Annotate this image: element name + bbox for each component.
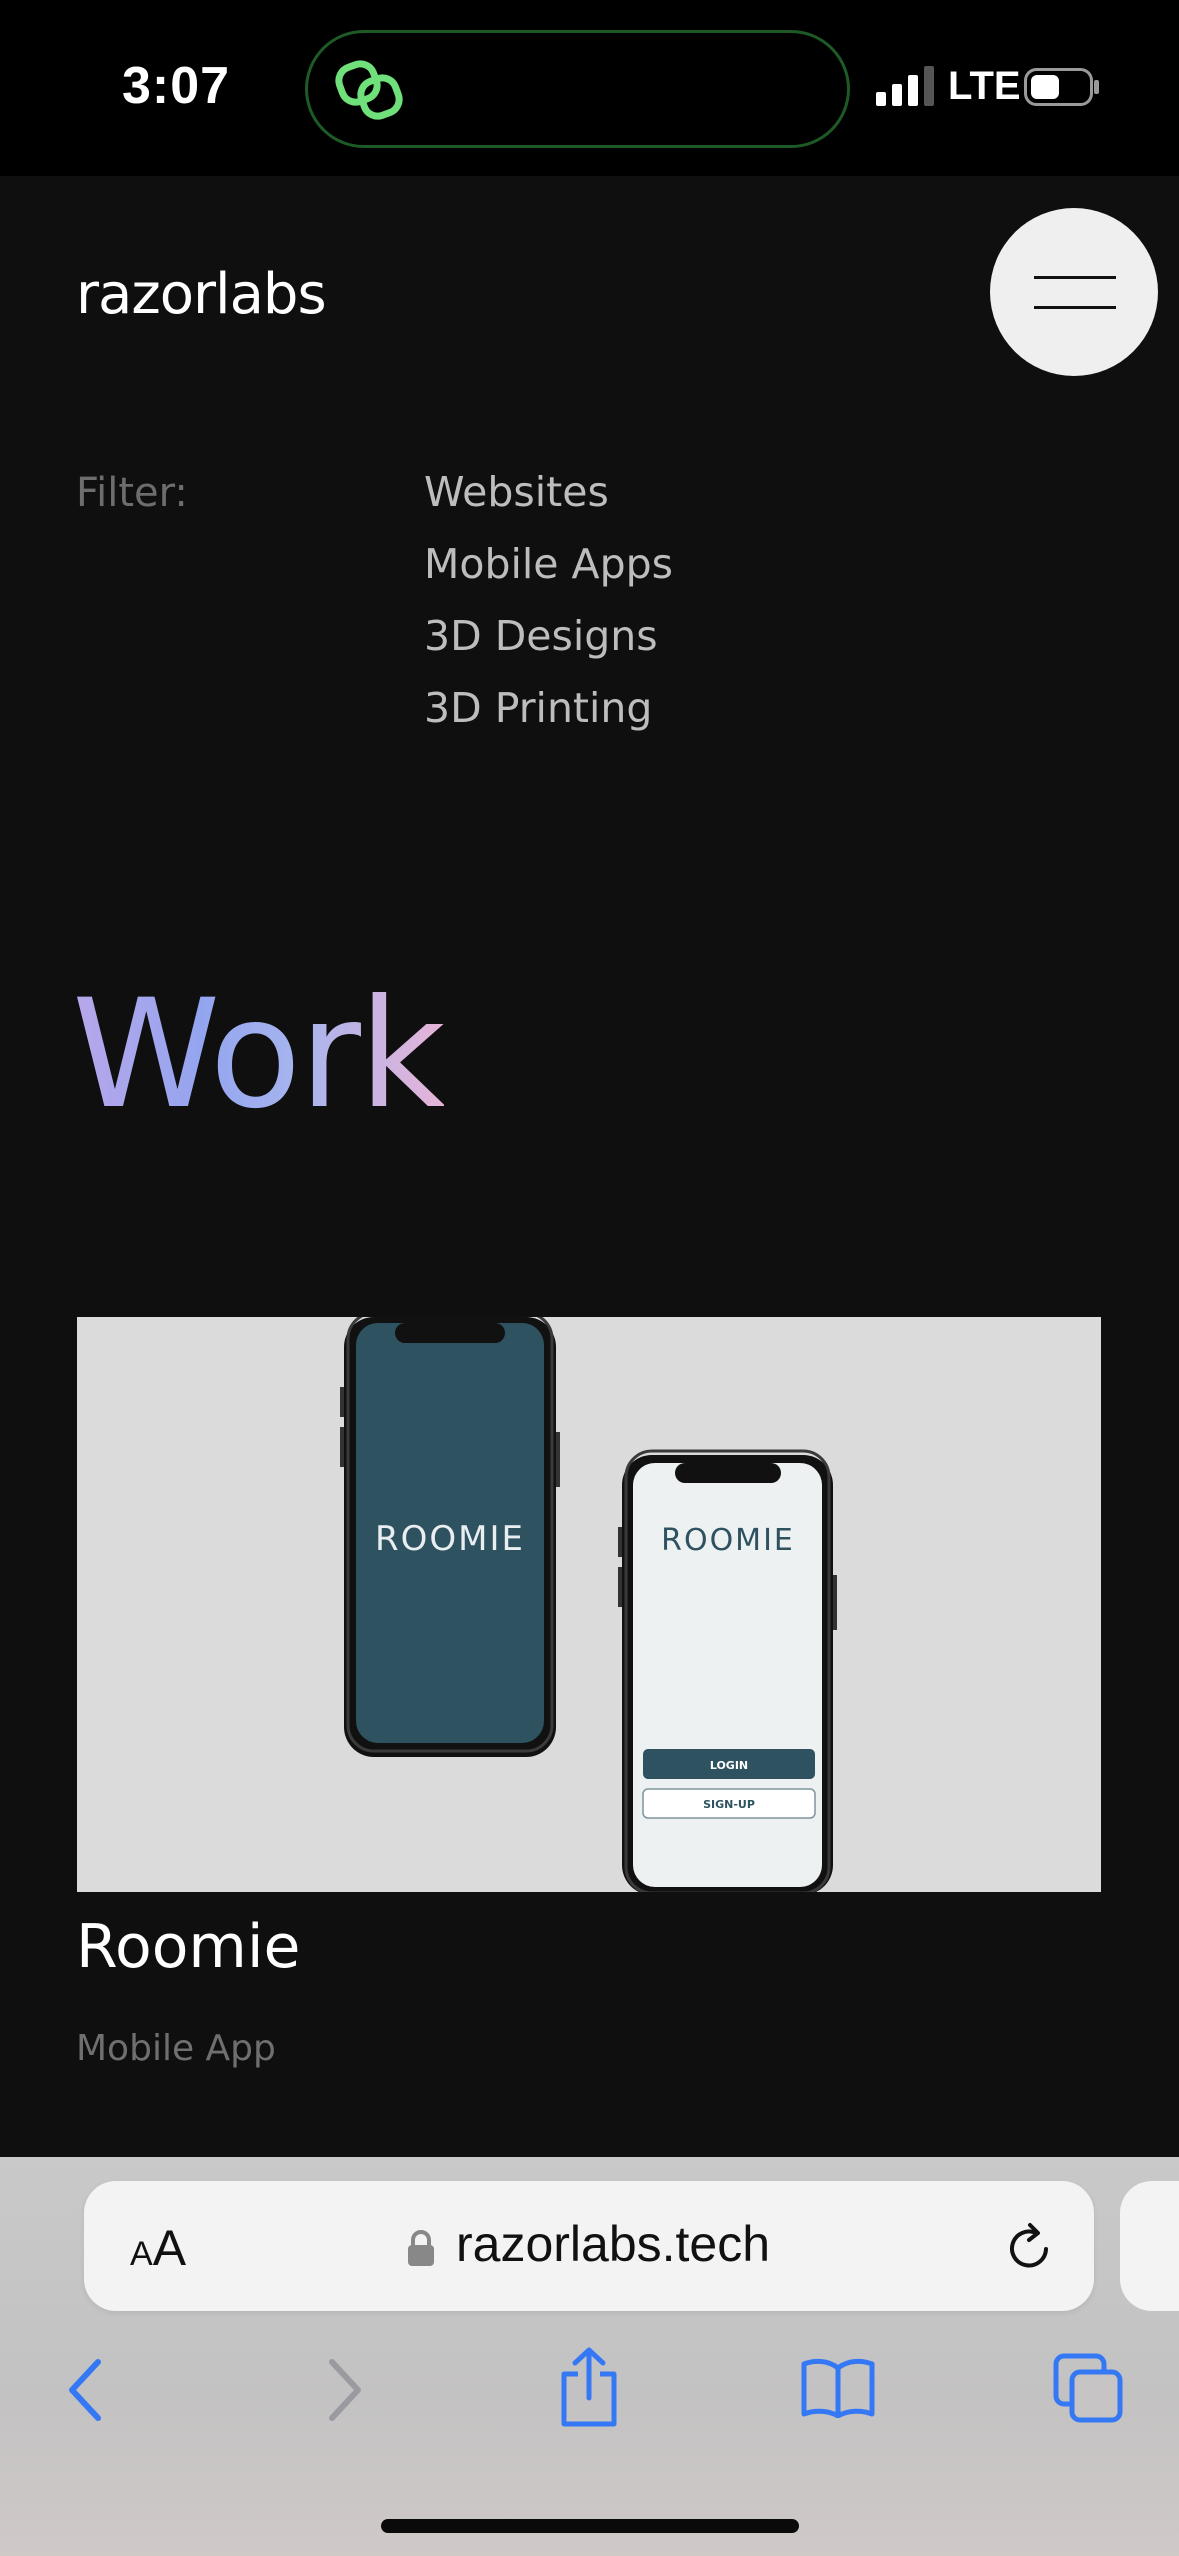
cellular-signal-icon [876, 66, 934, 106]
back-icon[interactable] [64, 2358, 108, 2422]
menu-button[interactable] [990, 208, 1158, 376]
url-text[interactable]: razorlabs.tech [456, 2215, 770, 2273]
battery-icon [1024, 68, 1099, 106]
forward-icon[interactable] [322, 2358, 366, 2422]
project-image[interactable]: ROOMIE ROOMIE LOGIN SIGN-UP [77, 1317, 1101, 1892]
text-size-button[interactable]: AA [130, 2219, 186, 2277]
mockup-signup-label: SIGN-UP [703, 1798, 755, 1811]
home-indicator[interactable] [381, 2519, 799, 2533]
filter-option-3d-printing[interactable]: 3D Printing [424, 682, 673, 754]
reload-icon[interactable] [1002, 2219, 1058, 2275]
filter-option-websites[interactable]: Websites [424, 466, 673, 538]
tabs-icon[interactable] [1052, 2352, 1124, 2424]
hamburger-icon [1034, 276, 1116, 279]
project-category: Mobile App [76, 2028, 276, 2069]
project-title[interactable]: Roomie [76, 1912, 300, 1982]
network-type: LTE [948, 64, 1021, 108]
filter-label: Filter: [76, 470, 188, 516]
next-tab-preview[interactable] [1120, 2181, 1179, 2311]
phone-mockup-illustration: ROOMIE ROOMIE LOGIN SIGN-UP [340, 1317, 837, 1892]
roomie-brand-light: ROOMIE [661, 1523, 795, 1558]
lock-icon [408, 2230, 434, 2266]
brand-logo[interactable]: razorlabs [76, 262, 327, 327]
status-time: 3:07 [122, 57, 231, 115]
link-rings-icon [335, 60, 403, 120]
hamburger-icon-line [1034, 306, 1116, 309]
bookmarks-icon[interactable] [800, 2356, 876, 2418]
address-bar[interactable]: AA razorlabs.tech [84, 2181, 1094, 2311]
filter-option-3d-designs[interactable]: 3D Designs [424, 610, 673, 682]
filter-options: Websites Mobile Apps 3D Designs 3D Print… [424, 466, 673, 754]
page-title: Work [72, 960, 446, 1150]
status-bar: 3:07 LTE [0, 0, 1179, 176]
filter-option-mobile-apps[interactable]: Mobile Apps [424, 538, 673, 610]
dynamic-island[interactable] [305, 30, 850, 148]
mockup-login-label: LOGIN [710, 1759, 748, 1772]
share-icon[interactable] [556, 2346, 622, 2428]
roomie-brand-dark: ROOMIE [375, 1519, 525, 1559]
